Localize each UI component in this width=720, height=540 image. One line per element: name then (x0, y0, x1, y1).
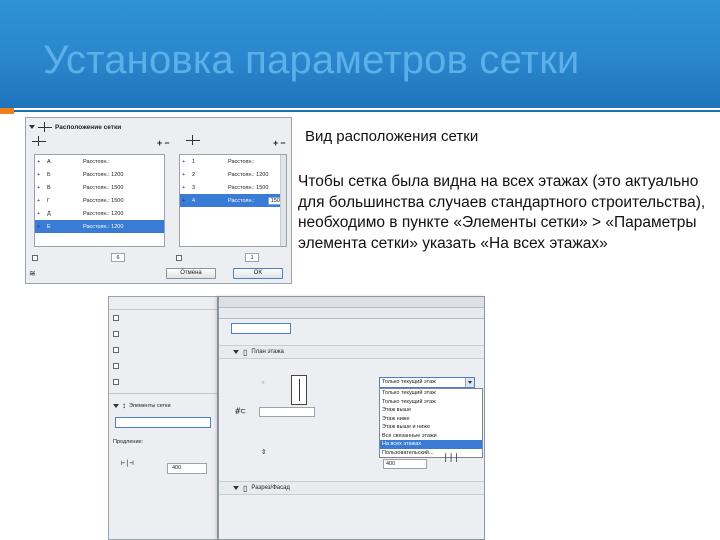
collapse-triangle-icon[interactable] (233, 350, 239, 354)
extension-symbol-icon: ⊢|⊣ (121, 459, 134, 467)
axis-icon: + (37, 158, 41, 165)
add-right-button[interactable]: + (273, 138, 278, 148)
grid-layout-title: Расположение сетки (55, 123, 122, 131)
grid-layout-dialog: Расположение сетки + − + − + А Расстоян.: … (25, 117, 292, 284)
chevron-down-icon[interactable] (465, 378, 474, 387)
table-row[interactable]: + А Расстоян.: (35, 155, 164, 168)
axis-icon: + (182, 197, 186, 204)
option-checkbox[interactable] (113, 347, 119, 353)
floor-option[interactable]: Этаж выше и ниже (380, 423, 482, 432)
option-checkbox[interactable] (113, 363, 119, 369)
table-row-selected[interactable]: + 4 Расстоян.: 1500 (180, 194, 286, 207)
grid-element-properties-dialog: ▯ План этажа ◦ #⊂ Только текущий этаж То… (218, 296, 485, 540)
left-count-field[interactable]: 6 (111, 253, 125, 262)
collapse-triangle-icon[interactable] (233, 486, 239, 490)
collapse-triangle-icon[interactable] (29, 125, 35, 129)
table-row[interactable]: + Б Расстоян.: 1200 (35, 168, 164, 181)
plan-icon: ▯ (243, 347, 248, 357)
grid-elements-label: Элементы сетки (129, 402, 171, 409)
extension-label: Продление: (113, 439, 144, 445)
caption-grid-layout: Вид расположения сетки (305, 128, 479, 145)
table-row[interactable]: + 3 Расстоян.: 1500 (180, 181, 286, 194)
axis-icon: + (37, 171, 41, 178)
table-row[interactable]: + Д Расстоян.: 1200 (35, 207, 164, 220)
extension-symbol-icon: ||| (443, 453, 460, 463)
floor-option[interactable]: Только текущий этаж (380, 398, 482, 407)
table-row[interactable]: + 1 Расстоян.: (180, 155, 286, 168)
axis-icon: + (182, 171, 186, 178)
left-axis-list[interactable]: + А Расстоян.: + Б Расстоян.: 1200 + В Р… (34, 154, 165, 247)
axis-marker-icon: #⊂ (235, 407, 246, 417)
grid-element-field[interactable] (115, 417, 211, 428)
grid-axis-icon (32, 136, 46, 146)
floor-option[interactable]: Этаж ниже (380, 415, 482, 424)
right-axis-list[interactable]: + 1 Расстоян.: + 2 Расстоян.: 1200 + 3 Р… (179, 154, 287, 247)
floor-visibility-options[interactable]: Только текущий этаж Только текущий этаж … (379, 388, 483, 458)
section-plan-header[interactable]: ▯ План этажа (219, 345, 484, 359)
body-text: Чтобы сетка была видна на всех этажах (э… (298, 173, 706, 252)
floor-option[interactable]: Пользовательский... (380, 449, 482, 458)
left-option-checkbox[interactable] (32, 254, 38, 261)
grid-icon (38, 122, 52, 132)
title-rule-accent (0, 108, 14, 114)
axis-icon: + (37, 210, 41, 217)
section-elevation-title: Разрез/Фасад (251, 485, 290, 491)
floor-option[interactable]: Все связанные этажи (380, 432, 482, 441)
axis-icon: + (37, 184, 41, 191)
dialog-title-bar (219, 308, 484, 319)
title-band: Установка параметров сетки (0, 0, 720, 108)
table-row[interactable]: + В Расстоян.: 1500 (35, 181, 164, 194)
left-add-remove: + − (157, 138, 170, 148)
marker-position-icon: ⇕ (261, 447, 267, 457)
axis-length-control[interactable] (291, 375, 307, 405)
add-left-button[interactable]: + (157, 138, 162, 148)
grid-axis-icon (186, 135, 200, 145)
slide-title: Установка параметров сетки (43, 38, 580, 82)
extension-value-field[interactable]: 400 (167, 463, 207, 474)
collapse-triangle-icon[interactable] (113, 403, 119, 408)
axis-icon: + (37, 223, 41, 230)
floor-option[interactable]: Этаж выше (380, 406, 482, 415)
remove-left-button[interactable]: − (164, 138, 169, 148)
grid-axis-icon: ↕ (122, 401, 126, 410)
right-count-field[interactable]: 1 (245, 253, 259, 262)
settings-dropdown[interactable] (231, 323, 291, 334)
axis-icon: + (182, 158, 186, 165)
floor-visibility-value: Только текущий этаж (382, 379, 436, 385)
right-list-scrollbar[interactable] (280, 155, 286, 246)
dialog-top-strip (219, 297, 484, 308)
option-checkbox[interactable] (113, 315, 119, 321)
grid-elements-row[interactable]: ↕ Элементы сетки (113, 401, 171, 410)
right-add-remove: + − (273, 138, 286, 148)
floor-option-all-floors[interactable]: На всех этажах (380, 440, 482, 449)
grid-settings-icon[interactable]: ≋ (29, 269, 36, 278)
section-plan-title: План этажа (251, 349, 284, 355)
value-field[interactable]: 400 (383, 459, 427, 469)
section-elevation-header[interactable]: ▯ Разрез/Фасад (219, 481, 484, 495)
axis-symbol-icon: ◦ (261, 379, 266, 387)
option-checkbox[interactable] (113, 331, 119, 337)
marker-type-field[interactable] (259, 407, 315, 417)
section-icon: ▯ (243, 483, 248, 493)
grid-element-properties-back: ↕ Элементы сетки Продление: ⊢|⊣ 400 (108, 296, 218, 540)
grid-layout-header[interactable]: Расположение сетки (29, 121, 121, 133)
table-row[interactable]: + Г Расстоян.: 1500 (35, 194, 164, 207)
remove-right-button[interactable]: − (280, 138, 285, 148)
right-option-checkbox[interactable] (176, 254, 182, 261)
axis-icon: + (182, 184, 186, 191)
floor-visibility-select[interactable]: Только текущий этаж (379, 377, 475, 388)
option-checkbox[interactable] (113, 379, 119, 385)
floor-option[interactable]: Только текущий этаж (380, 389, 482, 398)
axis-icon: + (37, 197, 41, 204)
table-row[interactable]: + 2 Расстоян.: 1200 (180, 168, 286, 181)
cancel-button[interactable]: Отмена (166, 268, 216, 279)
ok-button[interactable]: OK (233, 268, 283, 279)
table-row-selected[interactable]: + Е Расстоян.: 1200 (35, 220, 164, 233)
title-rule-line (14, 110, 720, 112)
